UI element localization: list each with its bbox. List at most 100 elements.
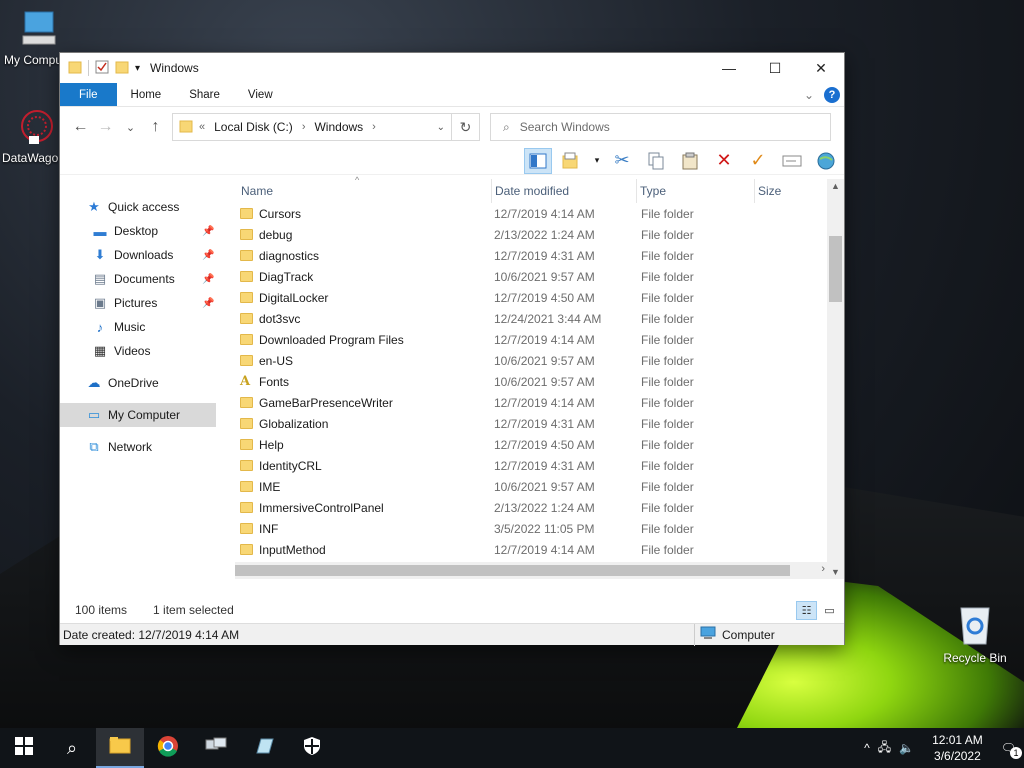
delete-icon[interactable]: ✕	[710, 148, 738, 174]
view-options-button[interactable]	[558, 148, 586, 174]
address-overflow[interactable]: «	[199, 121, 205, 133]
column-header-name[interactable]: Name ^	[235, 175, 492, 203]
table-row[interactable]: INF 3/5/2022 11:05 PM File folder	[235, 518, 829, 539]
nav-item-onedrive[interactable]: ☁ OneDrive	[60, 371, 235, 395]
tab-share[interactable]: Share	[175, 83, 234, 106]
table-row[interactable]: Downloaded Program Files 12/7/2019 4:14 A…	[235, 329, 829, 350]
chevron-right-icon[interactable]: ›	[302, 121, 306, 133]
forward-button[interactable]: →	[93, 118, 118, 136]
nav-item-music[interactable]: ♪ Music	[60, 315, 235, 339]
scroll-up-icon[interactable]: ▲	[827, 181, 844, 191]
nav-item-quick-access[interactable]: ★ Quick access	[60, 195, 235, 219]
clock[interactable]: 12:01 AM 3/6/2022	[932, 732, 983, 764]
table-row[interactable]: diagnostics 12/7/2019 4:31 AM File folder	[235, 245, 829, 266]
properties-icon[interactable]	[95, 60, 109, 77]
notification-center-button[interactable]: 🗨 1	[1001, 741, 1022, 759]
table-row[interactable]: Cursors 12/7/2019 4:14 AM File folder	[235, 203, 829, 224]
taskbar-security-app[interactable]	[288, 728, 336, 768]
table-row[interactable]: dot3svc 12/24/2021 3:44 AM File folder	[235, 308, 829, 329]
desktop-icon-recycle-bin[interactable]: Recycle Bin	[940, 602, 1010, 665]
copy-icon[interactable]	[642, 148, 670, 174]
network-icon[interactable]: 🖧	[878, 738, 891, 759]
title-bar[interactable]: ▾ Windows — ☐ ✕	[60, 53, 844, 83]
help-icon[interactable]: ?	[824, 86, 840, 103]
chevron-down-icon[interactable]: ⌄	[437, 122, 445, 133]
vertical-scroll-thumb[interactable]	[829, 236, 842, 302]
details-view-button[interactable]: ☷	[796, 600, 817, 620]
table-row[interactable]: DigitalLocker 12/7/2019 4:50 AM File folde…	[235, 287, 829, 308]
nav-item-label: Network	[108, 440, 153, 454]
globe-icon[interactable]	[812, 148, 840, 174]
tab-view[interactable]: View	[234, 83, 287, 106]
rename-icon[interactable]	[778, 148, 806, 174]
tab-home[interactable]: Home	[117, 83, 176, 106]
horizontal-scroll-thumb[interactable]	[235, 565, 790, 576]
table-row[interactable]: IME 10/6/2021 9:57 AM File folder	[235, 476, 829, 497]
nav-item-network[interactable]: ⧉ Network	[60, 435, 235, 459]
taskbar-file-explorer[interactable]	[96, 728, 144, 768]
column-header-type[interactable]: Type	[637, 179, 755, 203]
column-header-date[interactable]: Date modified	[492, 179, 637, 203]
column-header-size[interactable]: Size	[755, 179, 829, 203]
nav-item-downloads[interactable]: ⬇ Downloads 📌	[60, 243, 235, 267]
clock-time: 12:01 AM	[932, 733, 983, 747]
date-modified-cell: 12/7/2019 4:14 AM	[494, 206, 595, 221]
volume-icon[interactable]: 🔈	[899, 741, 914, 755]
table-row[interactable]: IdentityCRL 12/7/2019 4:31 AM File folder	[235, 455, 829, 476]
folder-icon	[240, 418, 253, 429]
cut-icon[interactable]: ✂	[608, 148, 636, 174]
table-row[interactable]: debug 2/13/2022 1:24 AM File folder	[235, 224, 829, 245]
table-row[interactable]: Globalization 12/7/2019 4:31 AM File folde…	[235, 413, 829, 434]
nav-item-desktop[interactable]: ▬ Desktop 📌	[60, 219, 235, 243]
up-button[interactable]: ↑	[143, 118, 168, 136]
nav-item-my-computer[interactable]: ▭ My Computer	[60, 403, 216, 427]
search-input[interactable]	[519, 120, 780, 134]
vertical-scrollbar[interactable]: ▲ ▼	[827, 179, 844, 579]
file-name: diagnostics	[259, 248, 320, 263]
preview-pane-button[interactable]	[524, 147, 552, 174]
new-folder-icon[interactable]	[115, 60, 129, 77]
taskbar-chrome[interactable]	[144, 728, 192, 768]
folder-icon	[240, 481, 253, 492]
close-button[interactable]: ✕	[798, 53, 844, 83]
customize-toolbar-icon[interactable]: ▾	[135, 63, 140, 74]
view-dropdown-icon[interactable]: ▾	[592, 148, 602, 174]
maximize-button[interactable]: ☐	[752, 53, 798, 83]
search-button[interactable]: ⌕	[48, 728, 96, 768]
breadcrumb-windows[interactable]: Windows	[314, 120, 363, 134]
taskbar-network-app[interactable]	[192, 728, 240, 768]
nav-item-documents[interactable]: ▤ Documents 📌	[60, 267, 235, 291]
chevron-right-icon[interactable]: ›	[372, 121, 376, 133]
picture-icon: ▣	[93, 295, 107, 310]
nav-item-videos[interactable]: ▦ Videos	[60, 339, 235, 363]
table-row[interactable]: InputMethod 12/7/2019 4:14 AM File folder	[235, 539, 829, 560]
address-bar[interactable]: « Local Disk (C:) › Windows › ⌄	[172, 113, 452, 141]
table-row[interactable]: Help 12/7/2019 4:50 AM File folder	[235, 434, 829, 455]
refresh-icon: ↻	[459, 118, 472, 135]
large-icons-view-button[interactable]: ▭	[819, 601, 840, 620]
pin-icon: 📌	[202, 297, 215, 309]
table-row[interactable]: A Fonts 10/6/2021 9:57 AM File folder	[235, 371, 829, 392]
recycle-bin-icon	[940, 602, 1010, 649]
table-row[interactable]: ImmersiveControlPanel 2/13/2022 1:24 AM Fi…	[235, 497, 829, 518]
checkmark-icon[interactable]: ✓	[744, 148, 772, 174]
table-row[interactable]: GameBarPresenceWriter 12/7/2019 4:14 AM Fi…	[235, 392, 829, 413]
chevron-up-icon[interactable]: ^	[864, 741, 870, 755]
recent-locations-button[interactable]: ⌄	[118, 121, 143, 134]
scroll-down-icon[interactable]: ▼	[827, 567, 844, 577]
minimize-button[interactable]: —	[706, 53, 752, 83]
table-row[interactable]: en-US 10/6/2021 9:57 AM File folder	[235, 350, 829, 371]
start-button[interactable]	[0, 728, 48, 768]
search-box[interactable]: ⌕	[490, 113, 831, 141]
scroll-right-icon[interactable]: ›	[821, 563, 825, 575]
horizontal-scrollbar[interactable]: ›	[235, 562, 829, 579]
expand-ribbon-icon[interactable]: ⌄	[804, 88, 814, 102]
breadcrumb-local-disk[interactable]: Local Disk (C:)	[214, 120, 293, 134]
taskbar-notepad-app[interactable]	[240, 728, 288, 768]
table-row[interactable]: DiagTrack 10/6/2021 9:57 AM File folder	[235, 266, 829, 287]
nav-item-pictures[interactable]: ▣ Pictures 📌	[60, 291, 235, 315]
paste-icon[interactable]	[676, 148, 704, 174]
back-button[interactable]: ←	[68, 118, 93, 136]
refresh-button[interactable]: ↻	[452, 113, 480, 141]
tab-file[interactable]: File	[60, 83, 117, 106]
